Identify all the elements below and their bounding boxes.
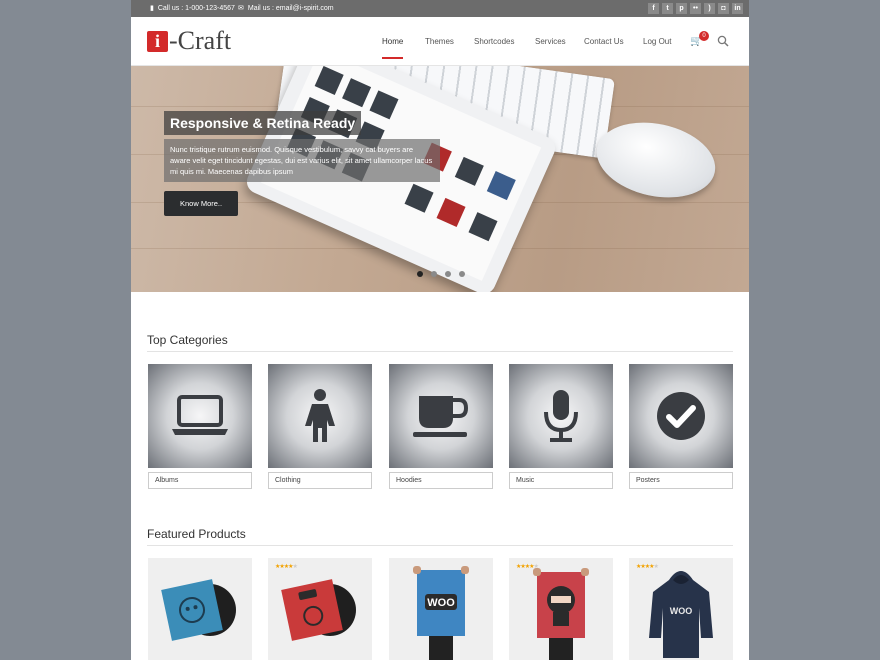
nav-shortcodes[interactable]: Shortcodes — [474, 37, 514, 46]
category-label: Clothing — [268, 472, 372, 489]
product-card[interactable]: ★★★★★ WOO — [629, 558, 733, 660]
category-card-music[interactable]: Music — [509, 364, 613, 489]
phone-text: Call us : 1-000-123-4567 — [157, 4, 235, 12]
svg-text:WOO: WOO — [427, 597, 455, 609]
mail-icon: ✉ — [238, 5, 244, 12]
mail-text: Mail us : email@i-spirit.com — [247, 4, 334, 12]
instagram-icon[interactable]: ◘ — [718, 3, 729, 14]
microphone-icon — [544, 390, 578, 442]
slide-caption: Responsive & Retina Ready Nunc tristique… — [164, 111, 440, 216]
category-label: Hoodies — [389, 472, 493, 489]
product-card[interactable]: ★★★★★ — [268, 558, 372, 660]
section-divider — [147, 351, 733, 352]
rating-stars: ★★★★★ — [636, 564, 659, 570]
mail-contact[interactable]: ✉ Mail us : email@i-spirit.com — [238, 4, 334, 13]
slider-dot-2[interactable] — [431, 271, 437, 277]
category-label: Albums — [148, 472, 252, 489]
linkedin-icon[interactable]: in — [732, 3, 743, 14]
section-divider — [147, 545, 733, 546]
top-bar: ▮ Call us : 1-000-123-4567 ✉ Mail us : e… — [131, 0, 749, 17]
product-card[interactable]: WOO — [389, 558, 493, 660]
category-card-posters[interactable]: Posters — [629, 364, 733, 489]
mouse-image — [589, 112, 723, 208]
phone-contact: ▮ Call us : 1-000-123-4567 — [150, 4, 235, 13]
category-card-hoodies[interactable]: Hoodies — [389, 364, 493, 489]
rss-icon[interactable]: ) — [704, 3, 715, 14]
nav-log-out[interactable]: Log Out — [643, 37, 671, 46]
page: ▮ Call us : 1-000-123-4567 ✉ Mail us : e… — [131, 0, 749, 660]
svg-text:WOO: WOO — [670, 606, 693, 616]
vinyl-album-image — [281, 579, 356, 641]
product-card[interactable] — [148, 558, 252, 660]
cup-icon — [413, 396, 469, 437]
category-label: Posters — [629, 472, 733, 489]
logo-mark: i — [147, 30, 168, 52]
category-card-clothing[interactable]: Clothing — [268, 364, 372, 489]
flickr-icon[interactable]: •• — [690, 3, 701, 14]
site-logo[interactable]: i -Craft — [147, 26, 232, 55]
pinterest-icon[interactable]: p — [676, 3, 687, 14]
slider-dot-3[interactable] — [445, 271, 451, 277]
featured-products-title: Featured Products — [147, 527, 246, 541]
rating-stars: ★★★★★ — [516, 564, 539, 570]
rating-stars: ★★★★★ — [275, 564, 298, 570]
social-links: f t p •• ) ◘ in — [648, 3, 743, 14]
woo-poster-image: WOO — [413, 566, 469, 660]
ninja-poster-image — [533, 568, 589, 660]
slider-dots — [417, 271, 465, 277]
category-card-albums[interactable]: Albums — [148, 364, 252, 489]
person-icon — [305, 389, 335, 442]
slider-dot-4[interactable] — [459, 271, 465, 277]
slide-title: Responsive & Retina Ready — [164, 111, 362, 135]
top-categories-title: Top Categories — [147, 333, 228, 347]
search-icon[interactable] — [717, 35, 729, 47]
cart-count-badge: 0 — [699, 31, 709, 41]
nav-contact-us[interactable]: Contact Us — [584, 37, 624, 46]
hoodie-image: WOO — [649, 571, 713, 658]
product-card[interactable]: ★★★★★ — [509, 558, 613, 660]
category-label: Music — [509, 472, 613, 489]
laptop-icon — [172, 395, 228, 435]
phone-icon: ▮ — [150, 5, 154, 12]
nav-home[interactable]: Home — [382, 37, 404, 59]
hero-slider: Responsive & Retina Ready Nunc tristique… — [131, 66, 749, 292]
twitter-icon[interactable]: t — [662, 3, 673, 14]
know-more-button[interactable]: Know More.. — [164, 191, 239, 216]
facebook-icon[interactable]: f — [648, 3, 659, 14]
site-header: i -Craft Home Themes Shortcodes Services… — [131, 17, 749, 66]
logo-text: -Craft — [169, 26, 232, 55]
nav-themes[interactable]: Themes — [425, 37, 454, 46]
slide-text: Nunc tristique rutrum euismod. Quisque v… — [164, 139, 440, 182]
checkmark-icon — [657, 392, 705, 440]
nav-services[interactable]: Services — [535, 37, 566, 46]
vinyl-album-image — [161, 579, 236, 641]
slider-dot-1[interactable] — [417, 271, 423, 277]
